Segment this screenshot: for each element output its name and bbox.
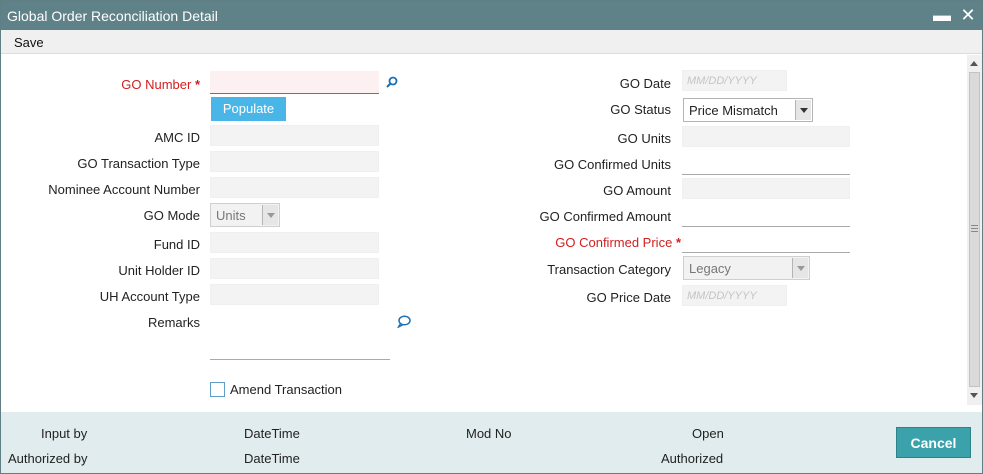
go-units-label: GO Units: [617, 131, 671, 146]
go-status-value: Price Mismatch: [689, 103, 778, 118]
populate-button[interactable]: Populate: [211, 97, 286, 121]
scrollbar-grip-icon: [971, 225, 978, 232]
nominee-account-number-field[interactable]: [210, 177, 379, 198]
unit-holder-id-label: Unit Holder ID: [118, 263, 200, 278]
go-units-field[interactable]: [682, 126, 850, 147]
toolbar: Save: [1, 30, 982, 54]
amc-id-field[interactable]: [210, 125, 379, 146]
authorization-status-label: Authorized: [661, 451, 724, 466]
authorized-datetime-label: DateTime: [244, 451, 300, 466]
go-confirmed-amount-input[interactable]: [682, 204, 850, 227]
go-date-field[interactable]: MM/DD/YYYY: [682, 70, 787, 91]
vertical-scrollbar[interactable]: [967, 55, 982, 405]
form-body: GO Number * Populate AMC ID GO Transacti…: [1, 55, 967, 411]
required-marker: *: [194, 77, 200, 92]
cancel-button[interactable]: Cancel: [896, 427, 971, 458]
transaction-category-label: Transaction Category: [547, 262, 671, 277]
window-title: Global Order Reconciliation Detail: [7, 8, 218, 24]
scroll-up-arrow-icon[interactable]: [970, 61, 978, 66]
go-confirmed-amount-label: GO Confirmed Amount: [539, 209, 672, 224]
go-amount-field[interactable]: [682, 178, 850, 199]
go-date-placeholder: MM/DD/YYYY: [687, 75, 757, 87]
record-status-label: Open: [692, 426, 724, 441]
go-amount-label: GO Amount: [603, 183, 671, 198]
go-confirmed-price-input[interactable]: [682, 230, 850, 253]
go-mode-value: Units: [216, 208, 246, 223]
go-mode-label: GO Mode: [143, 208, 200, 223]
go-number-label-text: GO Number: [121, 77, 192, 92]
fund-id-label: Fund ID: [153, 237, 200, 252]
close-icon[interactable]: ✕: [958, 5, 978, 25]
go-transaction-type-field[interactable]: [210, 151, 379, 172]
go-status-label: GO Status: [610, 102, 671, 117]
chevron-down-icon: [262, 205, 278, 225]
dialog-window: Global Order Reconciliation Detail ▬ ✕ S…: [0, 0, 983, 474]
go-confirmed-units-label: GO Confirmed Units: [553, 157, 671, 172]
go-confirmed-price-label-text: GO Confirmed Price: [555, 235, 673, 250]
title-bar: Global Order Reconciliation Detail ▬ ✕: [1, 1, 982, 30]
authorized-by-label: Authorized by: [8, 451, 88, 466]
speech-bubble-icon[interactable]: [397, 315, 411, 328]
save-button[interactable]: Save: [14, 35, 44, 50]
amc-id-label: AMC ID: [154, 130, 201, 145]
chevron-down-icon: [795, 100, 811, 120]
remarks-label: Remarks: [147, 315, 200, 330]
minimize-icon[interactable]: ▬: [932, 5, 952, 25]
scroll-down-arrow-icon[interactable]: [970, 393, 978, 398]
transaction-category-value: Legacy: [689, 261, 731, 276]
amend-transaction-checkbox[interactable]: [210, 382, 225, 397]
nominee-account-number-label: Nominee Account Number: [48, 182, 200, 197]
transaction-category-select[interactable]: Legacy: [683, 256, 810, 280]
go-confirmed-price-label: GO Confirmed Price *: [555, 235, 681, 250]
required-marker: *: [675, 235, 681, 250]
amend-transaction-label: Amend Transaction: [230, 382, 343, 397]
chevron-down-icon: [792, 258, 808, 278]
go-status-select[interactable]: Price Mismatch: [683, 98, 813, 122]
go-price-date-placeholder: MM/DD/YYYY: [687, 290, 757, 302]
go-transaction-type-label: GO Transaction Type: [77, 156, 200, 171]
input-by-label: Input by: [41, 426, 88, 441]
go-price-date-field[interactable]: MM/DD/YYYY: [682, 285, 787, 306]
go-number-input[interactable]: [210, 71, 379, 94]
uh-account-type-field[interactable]: [210, 284, 379, 305]
remarks-textarea[interactable]: [210, 310, 390, 360]
go-mode-select[interactable]: Units: [210, 203, 280, 227]
go-price-date-label: GO Price Date: [586, 290, 671, 305]
mod-no-label: Mod No: [466, 426, 512, 441]
go-confirmed-units-input[interactable]: [682, 152, 850, 175]
fund-id-field[interactable]: [210, 232, 379, 253]
unit-holder-id-field[interactable]: [210, 258, 379, 279]
audit-footer: Input by Authorized by DateTime DateTime…: [1, 412, 982, 473]
uh-account-type-label: UH Account Type: [99, 289, 200, 304]
go-number-label: GO Number *: [121, 77, 200, 92]
input-datetime-label: DateTime: [244, 426, 300, 441]
search-icon[interactable]: [386, 76, 398, 88]
go-date-label: GO Date: [619, 76, 671, 91]
